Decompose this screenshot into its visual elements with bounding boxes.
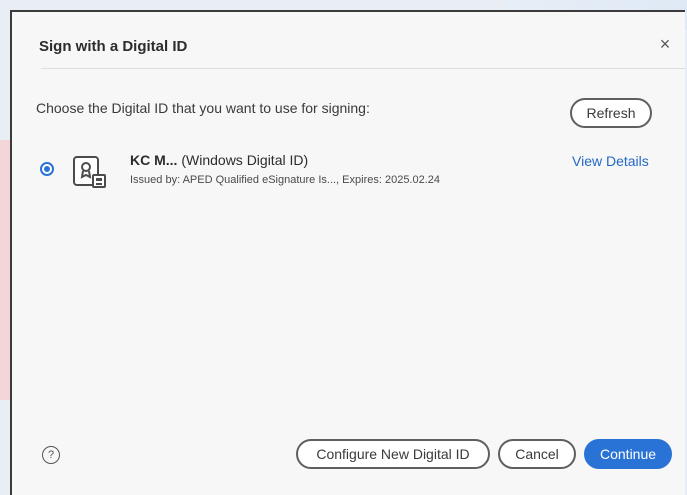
digital-id-type: (Windows Digital ID) bbox=[181, 152, 309, 168]
digital-id-name: KC M... (Windows Digital ID) bbox=[130, 152, 308, 168]
configure-new-digital-id-button[interactable]: Configure New Digital ID bbox=[296, 439, 490, 469]
close-icon[interactable]: × bbox=[655, 34, 675, 54]
dialog-title-bar: Sign with a Digital ID × bbox=[12, 12, 685, 68]
digital-id-holder: KC M... bbox=[130, 152, 178, 168]
sign-digital-id-dialog: Sign with a Digital ID × Choose the Digi… bbox=[10, 10, 685, 495]
cancel-button[interactable]: Cancel bbox=[498, 439, 576, 469]
certificate-icon bbox=[73, 156, 106, 188]
refresh-button[interactable]: Refresh bbox=[570, 98, 652, 128]
continue-button[interactable]: Continue bbox=[584, 439, 672, 469]
help-icon[interactable]: ? bbox=[42, 446, 60, 464]
dialog-prompt: Choose the Digital ID that you want to u… bbox=[36, 100, 370, 116]
view-details-link[interactable]: View Details bbox=[572, 153, 649, 169]
digital-id-radio[interactable] bbox=[40, 162, 54, 176]
title-divider bbox=[41, 68, 685, 69]
dialog-title: Sign with a Digital ID bbox=[39, 38, 188, 55]
digital-id-issuer-expiry: Issued by: APED Qualified eSignature Is.… bbox=[130, 174, 441, 186]
digital-id-row[interactable]: KC M... (Windows Digital ID) Issued by: … bbox=[40, 152, 660, 200]
